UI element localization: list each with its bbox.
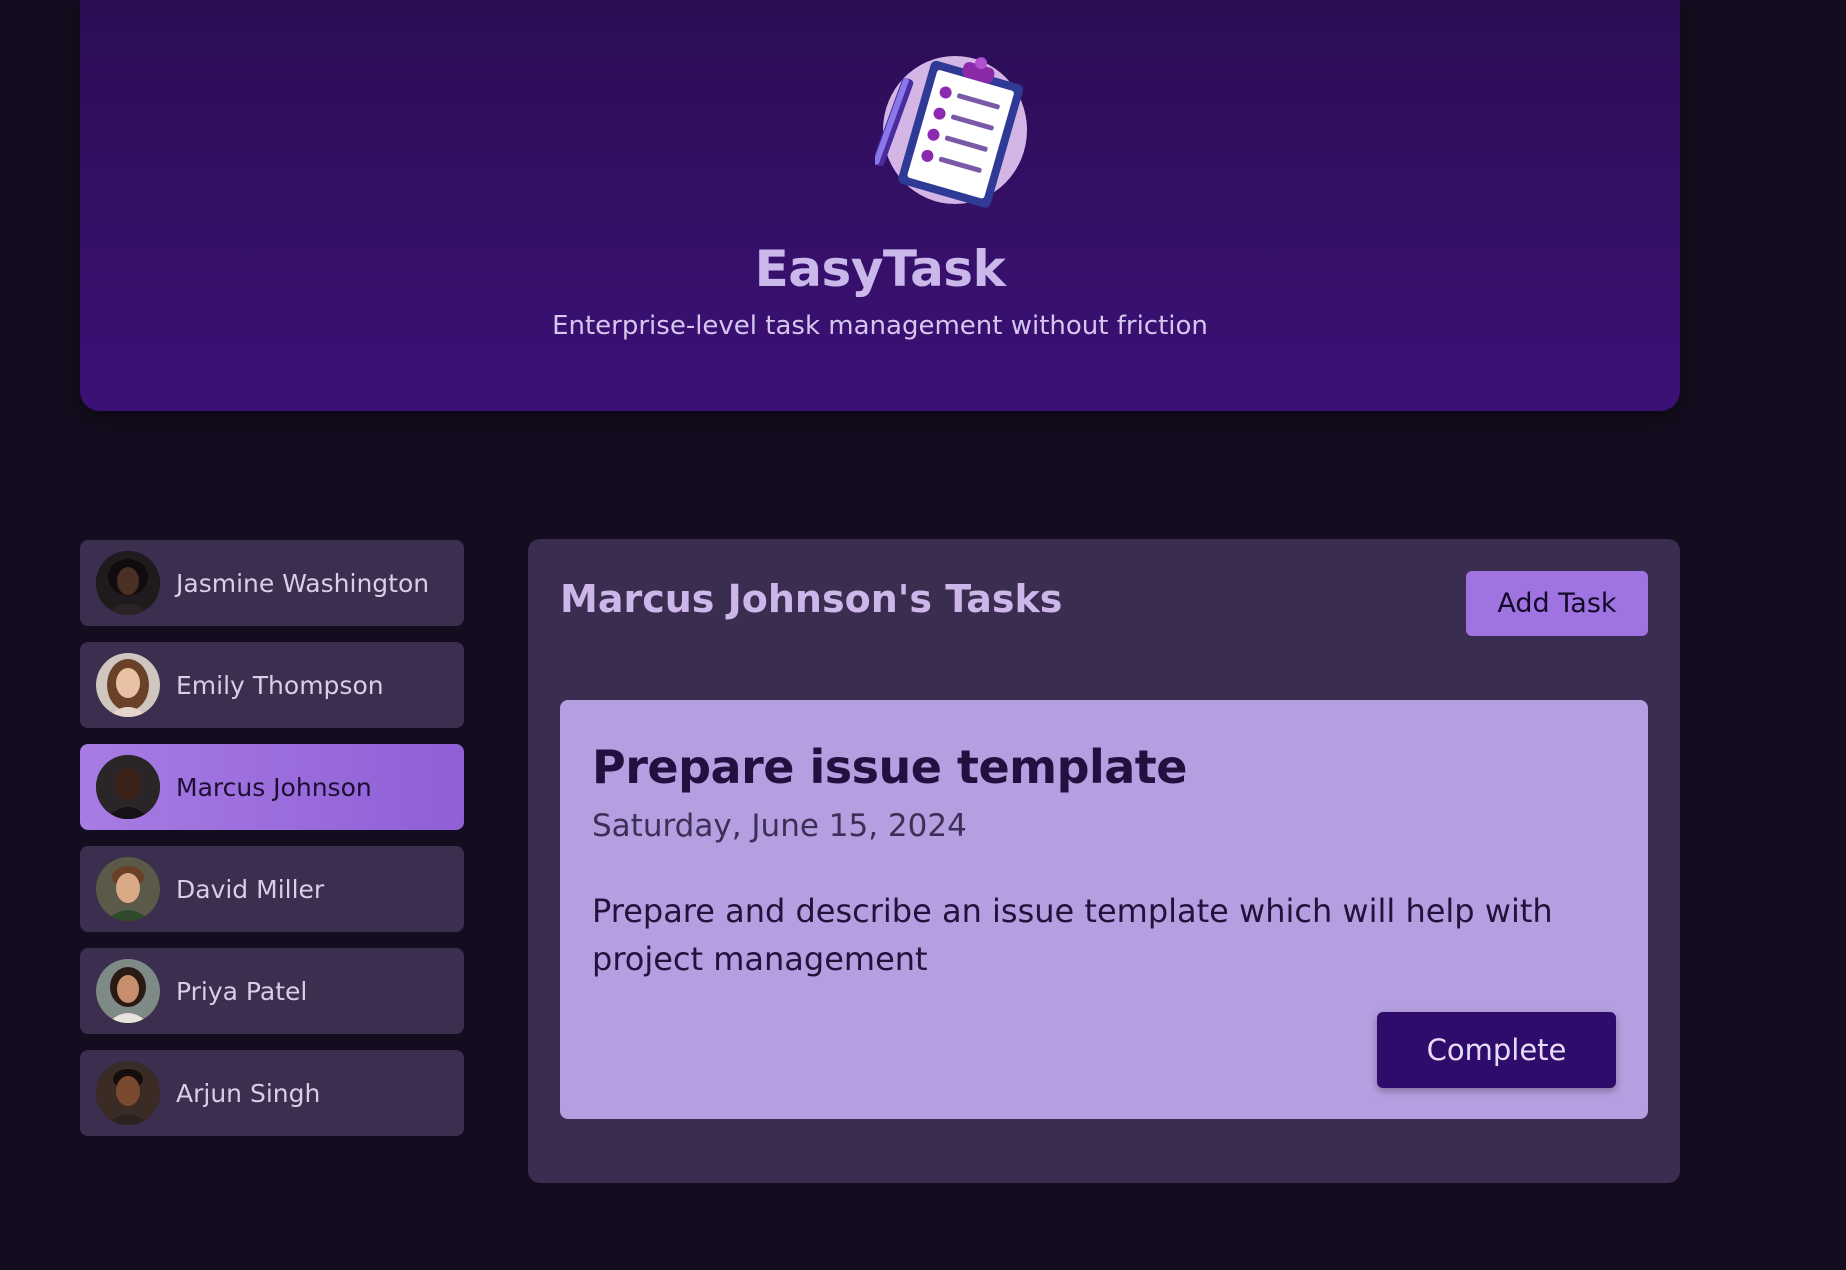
user-item-arjun-singh[interactable]: Arjun Singh [80,1050,464,1136]
user-name: Marcus Johnson [176,772,372,802]
user-name: Jasmine Washington [176,568,430,598]
user-name: Emily Thompson [176,670,384,700]
complete-button[interactable]: Complete [1377,1012,1616,1088]
add-task-button[interactable]: Add Task [1466,571,1648,636]
avatar [96,755,160,819]
app-header: EasyTask Enterprise-level task managemen… [80,0,1680,411]
user-item-david-miller[interactable]: David Miller [80,846,464,932]
task-card: Prepare issue template Saturday, June 15… [560,700,1648,1119]
task-description: Prepare and describe an issue template w… [592,892,1553,978]
user-name: Priya Patel [176,976,308,1006]
app-title: EasyTask [754,240,1006,298]
task-date: Saturday, June 15, 2024 [592,808,967,844]
user-list: Jasmine Washington Emily Thompson Marcus… [80,540,464,1152]
user-name: Arjun Singh [176,1078,321,1108]
user-item-emily-thompson[interactable]: Emily Thompson [80,642,464,728]
avatar [96,959,160,1023]
user-name: David Miller [176,874,325,904]
user-item-priya-patel[interactable]: Priya Patel [80,948,464,1034]
user-item-jasmine-washington[interactable]: Jasmine Washington [80,540,464,626]
tasks-title: Marcus Johnson's Tasks [560,577,1063,621]
task-title: Prepare issue template [592,740,1188,794]
avatar [96,653,160,717]
tasks-panel: Marcus Johnson's Tasks Add Task Prepare … [528,539,1680,1183]
user-item-marcus-johnson[interactable]: Marcus Johnson [80,744,464,830]
avatar [96,1061,160,1125]
app-subtitle: Enterprise-level task management without… [552,311,1208,341]
clipboard-checklist-icon [875,56,1027,208]
avatar [96,551,160,615]
avatar [96,857,160,921]
